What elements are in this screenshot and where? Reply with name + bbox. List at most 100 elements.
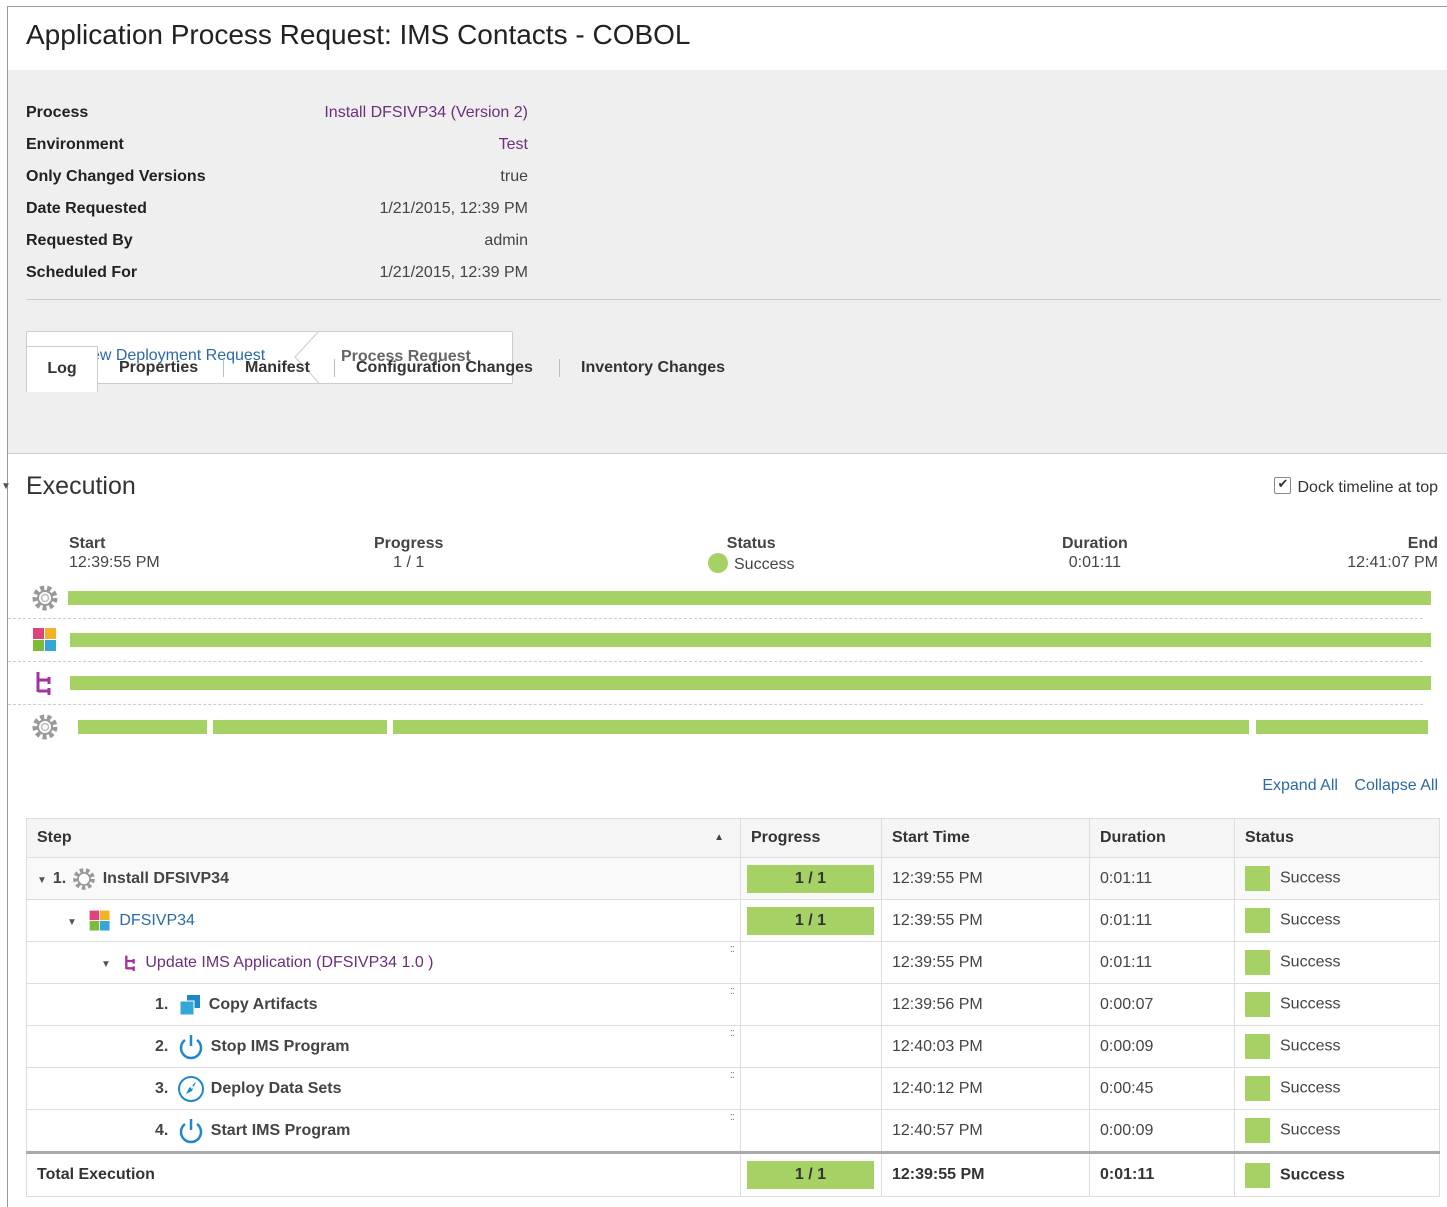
dock-timeline-toggle[interactable]: Dock timeline at top [1274, 476, 1438, 497]
drag-handle-icon[interactable]: :: [730, 944, 735, 955]
tab-inventory-changes[interactable]: Inventory Changes [581, 346, 725, 390]
process-tree-icon [36, 672, 51, 695]
column-header-status[interactable]: Status [1234, 818, 1440, 858]
step-number: 1. [155, 995, 169, 1013]
timeline-bar-deploy-data-sets[interactable] [393, 720, 1249, 734]
status-text: Success [1280, 869, 1341, 887]
header-label: Step [37, 829, 72, 846]
collapse-row-icon[interactable]: ▼ [37, 875, 47, 886]
duration-cell: 0:00:09 [1089, 1025, 1235, 1068]
tab-manifest[interactable]: Manifest [245, 346, 310, 390]
table-row: ▼ 1. Install DFSIVP34 1 / 1 12:39:55 PM 0… [26, 857, 1440, 900]
info-value: true [500, 168, 528, 185]
header: Application Process Request: IMS Contact… [8, 7, 1447, 70]
process-link[interactable]: Install DFSIVP34 (Version 2) [324, 104, 528, 122]
timeline-start: Start 12:39:55 PM [69, 534, 160, 572]
drag-handle-icon[interactable]: :: [730, 986, 735, 997]
expand-all-link[interactable]: Expand All [1262, 777, 1338, 794]
tab-properties[interactable]: Properties [119, 346, 198, 390]
table-row: 1. Copy Artifacts :: 12:39:56 PM 0:00:07… [26, 983, 1440, 1026]
start-time-cell: 12:40:03 PM [881, 1025, 1090, 1068]
timeline-row-process [30, 583, 1440, 613]
timeline-bar[interactable] [70, 676, 1431, 690]
progress-cell [740, 1109, 882, 1153]
info-row-date-requested: Date Requested 1/21/2015, 12:39 PM [26, 200, 528, 220]
duration-cell: 0:01:11 [1089, 899, 1235, 942]
tab-log[interactable]: Log [26, 346, 98, 392]
status-swatch [1245, 950, 1270, 975]
progress-cell [740, 1067, 882, 1110]
collapse-all-link[interactable]: Collapse All [1354, 777, 1438, 794]
drag-handle-icon[interactable]: :: [730, 1112, 735, 1123]
step-name: Install DFSIVP34 [102, 869, 229, 887]
timeline-bar-copy-artifacts[interactable] [78, 720, 207, 734]
info-row-process: Process Install DFSIVP34 (Version 2) [26, 104, 528, 124]
timeline-duration: Duration 0:01:11 [1062, 534, 1128, 572]
step-cell: 2. Stop IMS Program :: [26, 1025, 741, 1068]
gear-icon [32, 585, 58, 611]
step-cell: 3. Deploy Data Sets :: [26, 1067, 741, 1110]
timeline-bar-stop-ims[interactable] [213, 720, 387, 734]
column-header-start-time[interactable]: Start Time [881, 818, 1090, 858]
progress-cell [740, 1025, 882, 1068]
collapse-row-icon[interactable]: ▼ [101, 959, 111, 970]
step-number: 4. [155, 1121, 169, 1139]
column-header-progress[interactable]: Progress [740, 818, 882, 858]
duration-cell: 0:00:09 [1089, 1109, 1235, 1153]
component-puzzle-icon [89, 910, 110, 931]
table-row: 2. Stop IMS Program :: 12:40:03 PM 0:00:… [26, 1025, 1440, 1068]
start-time-cell: 12:39:55 PM [881, 857, 1090, 900]
duration-cell: 0:01:11 [1089, 941, 1235, 984]
status-text: Success [1280, 953, 1341, 971]
timeline-progress: Progress 1 / 1 [374, 534, 443, 572]
copy-icon [179, 994, 200, 1015]
status-cell: Success [1234, 899, 1440, 942]
progress-cell [740, 983, 882, 1026]
timeline-row-subprocess [30, 668, 1440, 698]
status-cell: Success [1234, 941, 1440, 984]
step-number: 2. [155, 1037, 169, 1055]
timeline-divider [8, 661, 1423, 662]
step-name: Start IMS Program [210, 1121, 351, 1139]
start-time-cell: 12:39:55 PM [881, 899, 1090, 942]
column-header-duration[interactable]: Duration [1089, 818, 1235, 858]
status-text: Success [1280, 1166, 1345, 1184]
drag-handle-icon[interactable]: :: [730, 1028, 735, 1039]
duration-cell: 0:00:45 [1089, 1067, 1235, 1110]
process-link[interactable]: Update IMS Application (DFSIVP34 1.0 ) [145, 954, 433, 971]
status-swatch [1245, 1118, 1270, 1143]
timeline-bar[interactable] [68, 591, 1431, 605]
table-row: ▼ DFSIVP34 1 / 1 12:39:55 PM 0:01:11 Suc… [26, 899, 1440, 942]
table-header-row: Step ▲ Progress Start Time Duration Statu… [26, 818, 1440, 858]
info-row-only-changed: Only Changed Versions true [26, 168, 528, 188]
info-value: 1/21/2015, 12:39 PM [379, 264, 528, 281]
start-time-cell: 12:39:55 PM [881, 1151, 1090, 1197]
checkbox-checked-icon[interactable] [1274, 476, 1292, 494]
status-text: Success [1280, 911, 1341, 929]
table-row: 4. Start IMS Program :: 12:40:57 PM 0:00… [26, 1109, 1440, 1153]
info-value: admin [484, 232, 528, 249]
start-time-cell: 12:40:12 PM [881, 1067, 1090, 1110]
column-header-step[interactable]: Step ▲ [26, 818, 741, 858]
timeline-bar-start-ims[interactable] [1256, 720, 1428, 734]
component-link[interactable]: DFSIVP34 [119, 912, 195, 929]
duration-cell: 0:01:11 [1089, 857, 1235, 900]
status-value: Success [734, 556, 795, 573]
timeline-end: End 12:41:07 PM [1347, 534, 1438, 572]
deploy-rocket-icon [177, 1075, 204, 1102]
environment-link[interactable]: Test [499, 136, 528, 154]
power-icon [179, 1118, 202, 1143]
tab-configuration-changes[interactable]: Configuration Changes [356, 346, 533, 390]
collapse-section-icon[interactable]: ▼ [1, 481, 11, 492]
duration-value: 0:01:11 [1068, 554, 1121, 571]
status-text: Success [1280, 995, 1341, 1013]
timeline-status: Status Success [708, 534, 794, 574]
timeline-bar[interactable] [70, 633, 1431, 647]
progress-bar: 1 / 1 [747, 906, 874, 935]
info-row-environment: Environment Test [26, 136, 528, 156]
step-name: Deploy Data Sets [210, 1079, 342, 1097]
progress-cell: 1 / 1 [740, 899, 882, 942]
drag-handle-icon[interactable]: :: [730, 1070, 735, 1081]
collapse-row-icon[interactable]: ▼ [67, 917, 77, 928]
tab-separator [559, 359, 560, 377]
